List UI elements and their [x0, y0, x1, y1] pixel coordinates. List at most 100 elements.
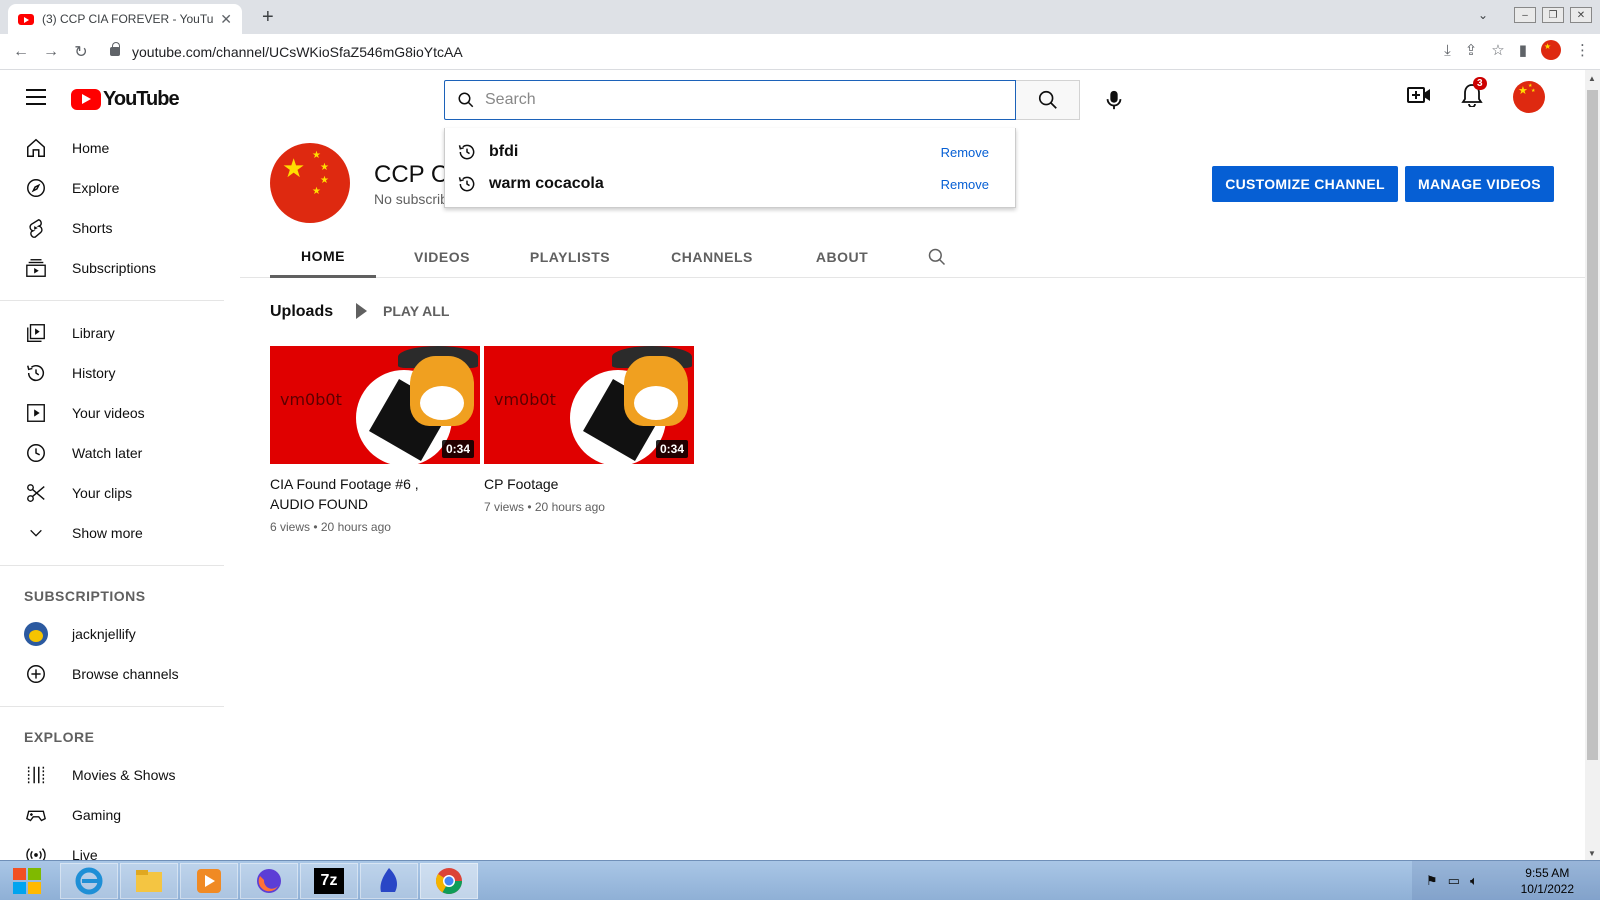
- reload-icon[interactable]: ↻: [66, 42, 96, 62]
- video-thumbnail[interactable]: vm0b0t 0:34: [484, 346, 694, 464]
- search-button[interactable]: [1016, 80, 1080, 120]
- sidebar-item-explore[interactable]: Explore: [0, 168, 224, 208]
- browser-tab[interactable]: (3) CCP CIA FOREVER - YouTube ✕: [8, 4, 242, 34]
- video-card[interactable]: vm0b0t 0:34 CIA Found Footage #6 , AUDIO…: [270, 346, 480, 534]
- manage-videos-button[interactable]: MANAGE VIDEOS: [1405, 166, 1554, 202]
- tab-videos[interactable]: VIDEOS: [392, 236, 492, 278]
- uploads-heading[interactable]: Uploads: [270, 303, 333, 321]
- menu-icon[interactable]: [26, 89, 46, 110]
- tab-search-chevron-icon[interactable]: ⌄: [1478, 8, 1488, 22]
- taskbar-file-explorer[interactable]: [120, 863, 178, 899]
- create-video-icon[interactable]: [1407, 84, 1431, 111]
- network-icon[interactable]: ▭: [1448, 873, 1460, 889]
- sidebar-item-jacknjellify[interactable]: jacknjellify: [0, 614, 224, 654]
- start-button[interactable]: [4, 864, 50, 898]
- media-player-icon: [197, 869, 221, 893]
- taskbar-clock[interactable]: 9:55 AM 10/1/2022: [1521, 865, 1574, 897]
- compass-icon: [24, 176, 48, 200]
- tab-title: (3) CCP CIA FOREVER - YouTube: [42, 12, 215, 26]
- clock-icon: [24, 441, 48, 465]
- play-all-button[interactable]: PLAY ALL: [356, 303, 449, 319]
- bookmark-star-icon[interactable]: ☆: [1491, 41, 1504, 59]
- forward-icon[interactable]: →: [36, 43, 66, 61]
- search-suggestions: bfdi Remove warm cocacola Remove: [444, 128, 1016, 208]
- logo-text: YouTube: [103, 88, 180, 110]
- gamepad-icon: [24, 803, 48, 827]
- live-icon: [24, 843, 48, 860]
- sidebar-item-label: Explore: [72, 180, 120, 196]
- browser-toolbar-right: ⤓ ⇪ ☆ ▮ ★ ⋮: [1444, 40, 1590, 60]
- sidebar-item-browse-channels[interactable]: Browse channels: [0, 654, 224, 694]
- taskbar-chrome[interactable]: [420, 863, 478, 899]
- history-icon: [458, 144, 475, 160]
- clock-time: 9:55 AM: [1525, 866, 1570, 880]
- sidebar-divider: [0, 565, 224, 566]
- sidebar-item-history[interactable]: History: [0, 353, 224, 393]
- channel-search-icon[interactable]: [912, 236, 962, 278]
- browser-profile-avatar[interactable]: ★: [1541, 40, 1561, 60]
- video-card[interactable]: vm0b0t 0:34 CP Footage 7 views • 20 hour…: [484, 346, 694, 514]
- taskbar-firefox[interactable]: [240, 863, 298, 899]
- taskbar-7zip[interactable]: 7z: [300, 863, 358, 899]
- url-text: youtube.com/channel/UCsWKioSfaZ546mG8ioY…: [132, 43, 463, 60]
- sidebar-item-home[interactable]: Home: [0, 128, 224, 168]
- video-thumbnail[interactable]: vm0b0t 0:34: [270, 346, 480, 464]
- scroll-down-icon[interactable]: ▼: [1588, 849, 1596, 858]
- back-icon[interactable]: ←: [6, 43, 36, 61]
- sidebar-divider: [0, 300, 224, 301]
- sidebar-item-gaming[interactable]: Gaming: [0, 795, 224, 835]
- tab-home[interactable]: HOME: [270, 236, 376, 278]
- youtube-logo[interactable]: YouTube: [71, 88, 180, 111]
- install-icon[interactable]: ⤓: [1444, 42, 1451, 59]
- suggestion-item[interactable]: warm cocacola Remove: [445, 168, 1015, 200]
- browser-menu-icon[interactable]: ⋮: [1575, 41, 1590, 59]
- remove-suggestion-link[interactable]: Remove: [941, 145, 989, 160]
- sidebar-item-live[interactable]: Live: [0, 835, 224, 860]
- scroll-up-icon[interactable]: ▲: [1588, 74, 1596, 83]
- new-tab-button[interactable]: +: [262, 6, 274, 29]
- video-title[interactable]: CP Footage: [484, 474, 694, 494]
- video-duration: 0:34: [441, 440, 474, 458]
- sidebar-item-movies-shows[interactable]: Movies & Shows: [0, 755, 224, 795]
- sidebar-item-your-clips[interactable]: Your clips: [0, 473, 224, 513]
- video-duration: 0:34: [655, 440, 688, 458]
- page-scrollbar[interactable]: ▲ ▼: [1585, 70, 1600, 860]
- volume-icon[interactable]: 🔈︎: [1470, 873, 1478, 889]
- tab-playlists[interactable]: PLAYLISTS: [508, 236, 632, 278]
- subscriptions-icon: [24, 256, 48, 280]
- tab-channels[interactable]: CHANNELS: [650, 236, 774, 278]
- sidebar-item-watch-later[interactable]: Watch later: [0, 433, 224, 473]
- sidebar-item-show-more[interactable]: Show more: [0, 513, 224, 553]
- scrollbar-thumb[interactable]: [1587, 90, 1598, 760]
- search-input[interactable]: [485, 91, 985, 109]
- side-panel-icon[interactable]: ▮: [1519, 41, 1527, 59]
- flag-tray-icon[interactable]: ⚑: [1426, 873, 1438, 889]
- voice-search-button[interactable]: [1094, 80, 1134, 120]
- close-window-button[interactable]: ✕: [1570, 7, 1592, 23]
- remove-suggestion-link[interactable]: Remove: [941, 177, 989, 192]
- subscriber-count: No subscrib: [374, 191, 448, 207]
- notifications-button[interactable]: 3: [1461, 76, 1487, 112]
- sidebar-item-library[interactable]: Library: [0, 313, 224, 353]
- youtube-header: YouTube 3 ★ ★ ★: [0, 70, 1585, 128]
- taskbar-app-blue[interactable]: [360, 863, 418, 899]
- suggestion-item[interactable]: bfdi Remove: [445, 136, 1015, 168]
- share-icon[interactable]: ⇪: [1465, 41, 1478, 59]
- url-field[interactable]: youtube.com/channel/UCsWKioSfaZ546mG8ioY…: [110, 42, 463, 60]
- sidebar-item-your-videos[interactable]: Your videos: [0, 393, 224, 433]
- tab-about[interactable]: ABOUT: [792, 236, 892, 278]
- channel-avatar-large[interactable]: ★ ★ ★ ★ ★: [270, 143, 350, 223]
- video-title[interactable]: CIA Found Footage #6 , AUDIO FOUND: [270, 474, 480, 514]
- sidebar-item-shorts[interactable]: Shorts: [0, 208, 224, 248]
- customize-channel-button[interactable]: CUSTOMIZE CHANNEL: [1212, 166, 1398, 202]
- taskbar-internet-explorer[interactable]: [60, 863, 118, 899]
- taskbar-media-player[interactable]: [180, 863, 238, 899]
- folder-icon: [136, 870, 162, 892]
- tab-close-icon[interactable]: ✕: [220, 11, 232, 28]
- film-icon: [24, 763, 48, 787]
- restore-button[interactable]: ❐: [1542, 7, 1564, 23]
- account-avatar[interactable]: ★ ★ ★: [1513, 81, 1545, 113]
- minimize-button[interactable]: –: [1514, 7, 1536, 23]
- video-title-line: AUDIO FOUND: [270, 496, 368, 512]
- sidebar-item-subscriptions[interactable]: Subscriptions: [0, 248, 224, 288]
